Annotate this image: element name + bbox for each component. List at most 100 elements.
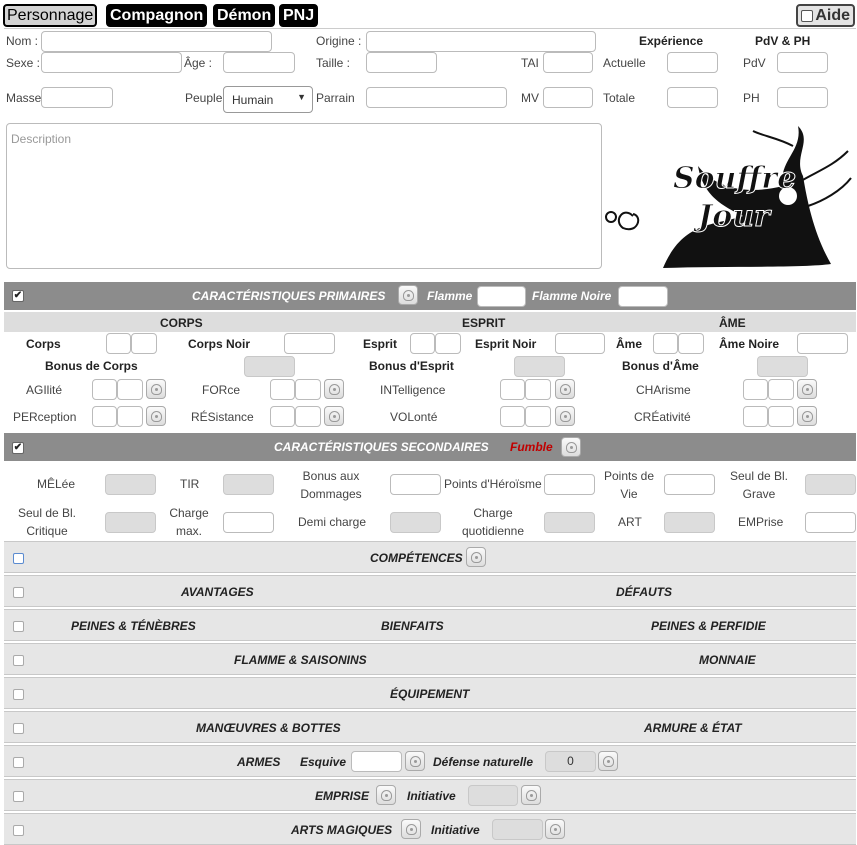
ame-input-2[interactable] (678, 333, 704, 354)
taille-input[interactable] (366, 52, 437, 73)
section-arts-magiques[interactable]: ARTS MAGIQUES Initiative (4, 813, 856, 845)
flamme-saisonins-title: FLAMME & SAISONINS (234, 653, 367, 667)
corps-input-1[interactable] (106, 333, 131, 354)
dice-roll-icon[interactable] (545, 819, 565, 839)
dice-roll-icon[interactable] (146, 379, 166, 399)
peines-checkbox[interactable] (13, 621, 24, 632)
cha-input-2[interactable] (768, 379, 794, 400)
corps-input-2[interactable] (131, 333, 157, 354)
ame-noire-label: Âme Noire (719, 337, 780, 351)
dice-roll-icon[interactable] (466, 547, 486, 567)
mv-input[interactable] (543, 87, 593, 108)
dice-roll-icon[interactable] (598, 751, 618, 771)
parrain-input[interactable] (366, 87, 507, 108)
section-competences[interactable]: COMPÉTENCES (4, 541, 856, 573)
bonus-dommages-input[interactable] (390, 474, 441, 495)
nom-input[interactable] (41, 31, 272, 52)
dice-roll-icon[interactable] (561, 437, 581, 457)
tai-input[interactable] (543, 52, 593, 73)
avantages-checkbox[interactable] (13, 587, 24, 598)
dice-roll-icon[interactable] (555, 379, 575, 399)
emprise-input[interactable] (805, 512, 856, 533)
pdv-input[interactable] (777, 52, 828, 73)
tab-pnj[interactable]: PNJ (279, 4, 319, 27)
dice-roll-icon[interactable] (521, 785, 541, 805)
peuple-select[interactable]: Humain ▼ (223, 86, 313, 113)
section-equipement[interactable]: ÉQUIPEMENT (4, 677, 856, 709)
emprise-checkbox[interactable] (13, 791, 24, 802)
cha-input-1[interactable] (743, 379, 768, 400)
for-input-1[interactable] (270, 379, 295, 400)
tab-personnage[interactable]: Personnage (3, 4, 98, 27)
experience-totale-input[interactable] (667, 87, 718, 108)
primaires-checkbox[interactable]: ✔ (12, 290, 24, 302)
section-emprise[interactable]: EMPRISE Initiative (4, 779, 856, 811)
dice-roll-icon[interactable] (324, 406, 344, 426)
agi-input-2[interactable] (117, 379, 143, 400)
esprit-noir-input[interactable] (555, 333, 605, 354)
secondaires-checkbox[interactable]: ✔ (12, 442, 24, 454)
cre-input-2[interactable] (768, 406, 794, 427)
dice-roll-icon[interactable] (555, 406, 575, 426)
dice-roll-icon[interactable] (797, 406, 817, 426)
tir-label: TIR (180, 477, 200, 491)
esprit-input-1[interactable] (410, 333, 435, 354)
flamme-checkbox[interactable] (13, 655, 24, 666)
tab-compagnon[interactable]: Compagnon (106, 4, 208, 27)
int-input-2[interactable] (525, 379, 551, 400)
aide-checkbox[interactable] (801, 9, 814, 22)
seuil-grave-label: Seul de Bl. Grave (729, 469, 789, 501)
section-manoeuvres[interactable]: MANŒUVRES & BOTTES ARMURE & ÉTAT (4, 711, 856, 743)
cre-input-1[interactable] (743, 406, 768, 427)
points-vie-input[interactable] (664, 474, 715, 495)
dice-roll-icon[interactable] (797, 379, 817, 399)
competences-checkbox[interactable] (13, 553, 24, 564)
arts-initiative-label: Initiative (431, 823, 480, 837)
experience-actuelle-input[interactable] (667, 52, 718, 73)
points-vie-label: Points de Vie (603, 469, 655, 501)
armes-checkbox[interactable] (13, 757, 24, 768)
pdv-ph-label: PdV & PH (755, 34, 811, 48)
dice-roll-icon[interactable] (401, 819, 421, 839)
section-armes[interactable]: ARMES Esquive Défense naturelle 0 (4, 745, 856, 777)
section-avantages-defauts[interactable]: AVANTAGES DÉFAUTS (4, 575, 856, 607)
description-textarea[interactable]: Description (6, 123, 602, 269)
int-input-1[interactable] (500, 379, 525, 400)
per-input-2[interactable] (117, 406, 143, 427)
dice-roll-icon[interactable] (146, 406, 166, 426)
dice-roll-icon[interactable] (398, 285, 418, 305)
res-input-2[interactable] (295, 406, 321, 427)
corps-noir-input[interactable] (284, 333, 335, 354)
sexe-input[interactable] (41, 52, 182, 73)
section-flamme[interactable]: FLAMME & SAISONINS MONNAIE (4, 643, 856, 675)
charge-max-input[interactable] (223, 512, 274, 533)
ame-noire-input[interactable] (797, 333, 848, 354)
manoeuvres-checkbox[interactable] (13, 723, 24, 734)
per-input-1[interactable] (92, 406, 117, 427)
age-input[interactable] (223, 52, 295, 73)
masse-input[interactable] (41, 87, 113, 108)
dice-roll-icon[interactable] (376, 785, 396, 805)
flamme-noire-input[interactable] (618, 286, 668, 307)
ph-input[interactable] (777, 87, 828, 108)
agi-input-1[interactable] (92, 379, 117, 400)
res-input-1[interactable] (270, 406, 295, 427)
equipement-checkbox[interactable] (13, 689, 24, 700)
aide-toggle[interactable]: Aide (796, 4, 855, 27)
tir-value (223, 474, 274, 495)
flamme-input[interactable] (477, 286, 526, 307)
vol-input-1[interactable] (500, 406, 525, 427)
vol-input-2[interactable] (525, 406, 551, 427)
esquive-input[interactable] (351, 751, 402, 772)
origine-input[interactable] (366, 31, 596, 52)
esprit-input-2[interactable] (435, 333, 461, 354)
section-peines[interactable]: PEINES & TÉNÈBRES BIENFAITS PEINES & PERFI… (4, 609, 856, 641)
corps-noir-label: Corps Noir (188, 337, 251, 351)
dice-roll-icon[interactable] (405, 751, 425, 771)
ame-input-1[interactable] (653, 333, 678, 354)
for-input-2[interactable] (295, 379, 321, 400)
arts-checkbox[interactable] (13, 825, 24, 836)
points-heroisme-input[interactable] (544, 474, 595, 495)
dice-roll-icon[interactable] (324, 379, 344, 399)
tab-demon[interactable]: Démon (213, 4, 276, 27)
